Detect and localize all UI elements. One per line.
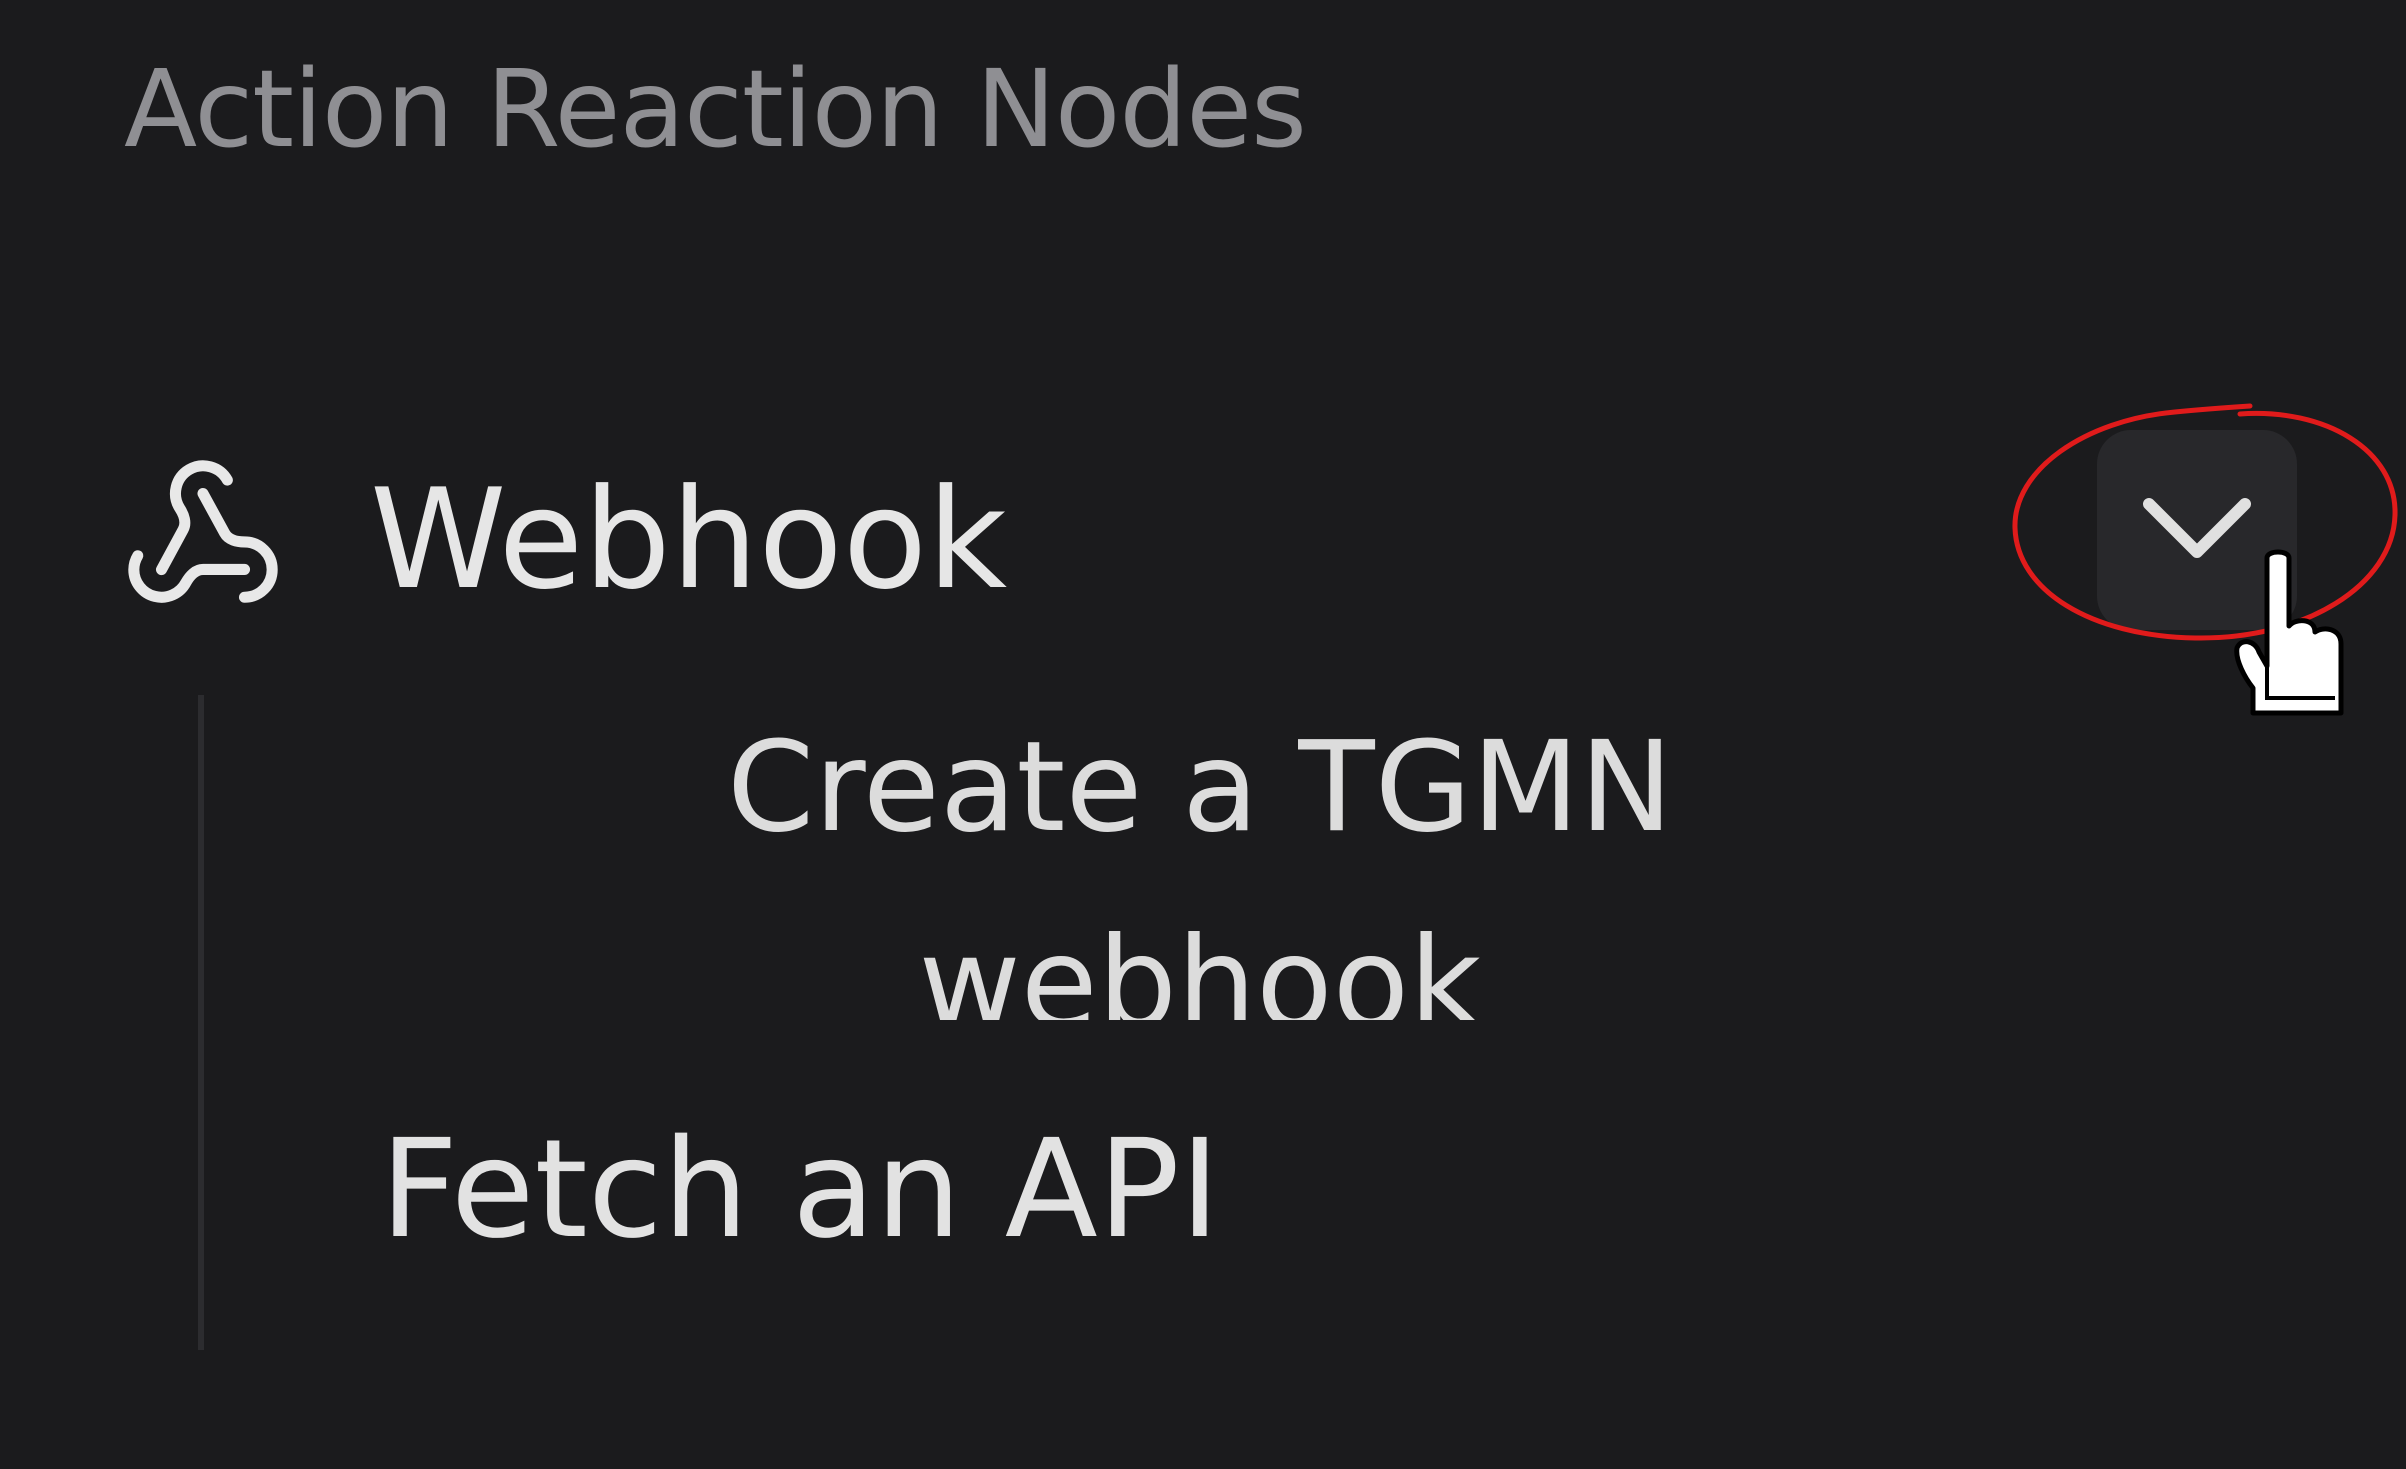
tree-indent-line [198, 695, 204, 1350]
expand-collapse-button[interactable] [2097, 430, 2297, 630]
node-item-create-webhook[interactable]: Create a TGMN webhook [560, 690, 1840, 1020]
webhook-icon [128, 460, 278, 603]
webhook-group-header[interactable]: Webhook [120, 440, 2300, 620]
node-item-fetch-api[interactable]: Fetch an API [380, 1105, 1220, 1275]
chevron-down-icon [2143, 498, 2251, 558]
node-palette-panel: Action Reaction Nodes Webhook Create a T… [0, 0, 2406, 1469]
section-title: Action Reaction Nodes [124, 48, 1307, 172]
webhook-group-label: Webhook [370, 459, 1008, 620]
